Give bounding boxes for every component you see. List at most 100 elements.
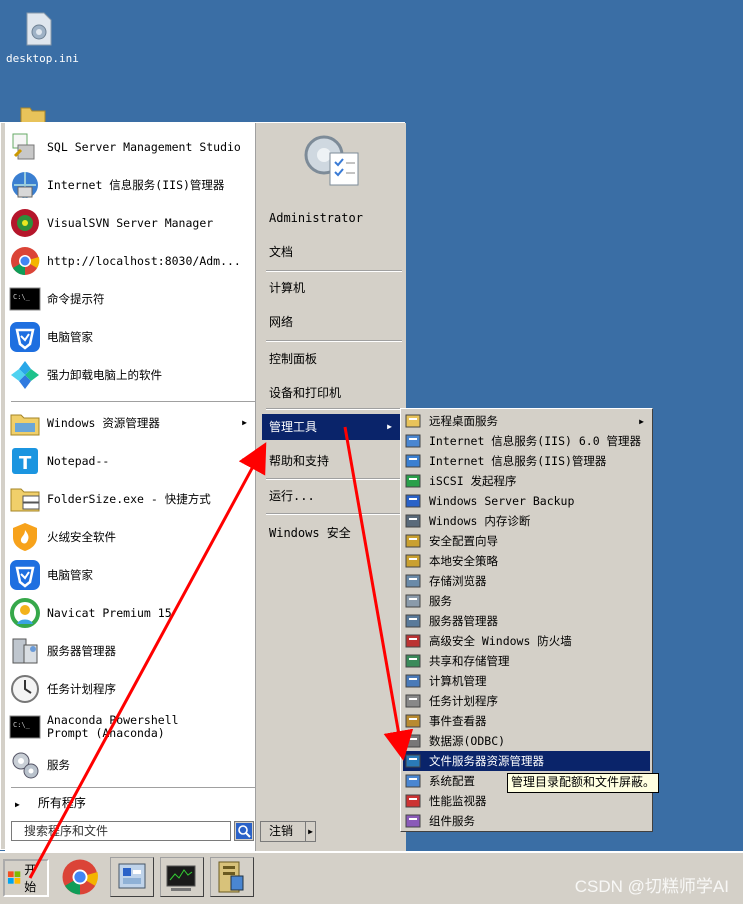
pinned-item[interactable]: VisualSVN Server Manager: [9, 205, 253, 241]
recent-item[interactable]: 火绒安全软件: [9, 519, 253, 555]
recent-item[interactable]: C:\_ Anaconda Powershell Prompt (Anacond…: [9, 709, 253, 745]
pinned-item[interactable]: SQL Server Management Studio: [9, 129, 253, 165]
svg-text:C:\_: C:\_: [13, 293, 31, 301]
computer-management-icon: [405, 673, 421, 689]
submenu-item[interactable]: 服务: [403, 591, 650, 611]
admin-tools-submenu: 远程桌面服务 ▶ Internet 信息服务(IIS) 6.0 管理器 Interne…: [400, 408, 653, 832]
taskbar-network-monitor[interactable]: [160, 857, 204, 897]
documents-link[interactable]: 文档: [262, 239, 400, 265]
user-folder[interactable]: Administrator: [262, 205, 400, 231]
svg-text:T: T: [19, 453, 32, 474]
submenu-item[interactable]: 计算机管理: [403, 671, 650, 691]
firewall-icon: [405, 633, 421, 649]
iis-manager-icon: [405, 453, 421, 469]
taskbar-file-server[interactable]: [210, 857, 254, 897]
search-button[interactable]: [234, 821, 254, 841]
component-services-icon: [405, 813, 421, 829]
security-wizard-icon: [405, 533, 421, 549]
chrome-icon: [9, 245, 41, 277]
start-button[interactable]: 开始: [3, 859, 49, 897]
all-programs-arrow: ▶: [15, 800, 20, 809]
network-link[interactable]: 网络: [262, 309, 400, 335]
computer-link[interactable]: 计算机: [262, 275, 400, 301]
submenu-item[interactable]: 高级安全 Windows 防火墙: [403, 631, 650, 651]
submenu-item[interactable]: 服务器管理器: [403, 611, 650, 631]
submenu-item[interactable]: 安全配置向导: [403, 531, 650, 551]
menu-divider: [266, 408, 402, 410]
submenu-item[interactable]: 远程桌面服务 ▶: [403, 411, 650, 431]
windows-security-link[interactable]: Windows 安全: [262, 520, 400, 546]
submenu-item[interactable]: Internet 信息服务(IIS)管理器: [403, 451, 650, 471]
submenu-item[interactable]: Windows Server Backup: [403, 491, 650, 511]
pinned-item[interactable]: 强力卸载电脑上的软件: [9, 357, 253, 393]
submenu-item[interactable]: 组件服务: [403, 811, 650, 831]
server-manager-icon: [9, 635, 41, 667]
pinned-item[interactable]: C:\_ 命令提示符: [9, 281, 253, 317]
pc-manager-icon: [9, 559, 41, 591]
services-icon: [9, 749, 41, 781]
run-link[interactable]: 运行...: [262, 483, 400, 509]
admin-tools-link[interactable]: 管理工具 ▶: [262, 414, 400, 440]
folder-icon: [405, 413, 421, 429]
desktop-ini-icon[interactable]: desktop.ini: [6, 12, 79, 65]
menu-divider: [266, 340, 402, 342]
submenu-item[interactable]: 存储浏览器: [403, 571, 650, 591]
msconfig-icon: [405, 773, 421, 789]
visualsvn-icon: [9, 207, 41, 239]
submenu-item[interactable]: Windows 内存诊断: [403, 511, 650, 531]
event-viewer-icon: [405, 713, 421, 729]
logoff-button[interactable]: 注销 ▶: [260, 821, 316, 842]
recent-item[interactable]: 服务: [9, 747, 253, 783]
control-panel-link[interactable]: 控制面板: [262, 346, 400, 372]
notepad-icon: T: [9, 445, 41, 477]
taskbar-chrome[interactable]: [60, 857, 104, 897]
server-manager-icon: [118, 863, 146, 889]
navicat-icon: [9, 597, 41, 629]
pinned-item[interactable]: http://localhost:8030/Adm...: [9, 243, 253, 279]
start-menu-places: Administrator 文档 计算机 网络 控制面板 设备和打印机 管理工具…: [255, 123, 406, 851]
submenu-item[interactable]: 事件查看器: [403, 711, 650, 731]
taskbar-server-manager[interactable]: [110, 857, 154, 897]
windows-logo-icon: [7, 871, 21, 884]
perfmon-icon: [405, 793, 421, 809]
all-programs[interactable]: ▶ 所有程序: [15, 794, 86, 811]
submenu-item[interactable]: 任务计划程序: [403, 691, 650, 711]
menu-divider: [266, 270, 402, 272]
anaconda-prompt-icon: C:\_: [9, 711, 41, 743]
shutdown-options-arrow[interactable]: ▶: [305, 822, 313, 841]
iscsi-icon: [405, 473, 421, 489]
help-support-link[interactable]: 帮助和支持: [262, 448, 400, 474]
recent-item[interactable]: T Notepad-- ▶: [9, 443, 253, 479]
server-manager-icon: [405, 613, 421, 629]
foldersize-icon: [9, 483, 41, 515]
recent-item[interactable]: 任务计划程序: [9, 671, 253, 707]
task-scheduler-icon: [405, 693, 421, 709]
recent-item[interactable]: Navicat Premium 15: [9, 595, 253, 631]
devices-printers-link[interactable]: 设备和打印机: [262, 380, 400, 406]
start-menu: SQL Server Management Studio Internet 信息…: [0, 122, 406, 851]
pinned-item[interactable]: Internet 信息服务(IIS)管理器: [9, 167, 253, 203]
services-icon: [405, 593, 421, 609]
search-input[interactable]: 搜索程序和文件: [11, 821, 231, 841]
watermark: CSDN @切糕师学AI: [574, 877, 729, 896]
memory-diagnostic-icon: [405, 513, 421, 529]
recent-item[interactable]: 电脑管家: [9, 557, 253, 593]
pinned-item[interactable]: 电脑管家: [9, 319, 253, 355]
submenu-item[interactable]: 文件服务器资源管理器: [403, 751, 650, 771]
submenu-item[interactable]: 共享和存储管理: [403, 651, 650, 671]
submenu-item[interactable]: iSCSI 发起程序: [403, 471, 650, 491]
file-gear-icon: [23, 12, 55, 46]
submenu-item[interactable]: 本地安全策略: [403, 551, 650, 571]
menu-divider: [266, 478, 402, 480]
submenu-item[interactable]: 性能监视器: [403, 791, 650, 811]
share-storage-icon: [405, 653, 421, 669]
submenu-item[interactable]: 数据源(ODBC): [403, 731, 650, 751]
recent-item[interactable]: 服务器管理器: [9, 633, 253, 669]
explorer-icon: [9, 407, 41, 439]
desktop-icon-label: desktop.ini: [6, 52, 79, 65]
recent-item[interactable]: Windows 资源管理器 ▶: [9, 405, 253, 441]
chrome-icon: [62, 859, 98, 895]
submenu-item[interactable]: Internet 信息服务(IIS) 6.0 管理器: [403, 431, 650, 451]
task-scheduler-icon: [9, 673, 41, 705]
recent-item[interactable]: FolderSize.exe - 快捷方式: [9, 481, 253, 517]
